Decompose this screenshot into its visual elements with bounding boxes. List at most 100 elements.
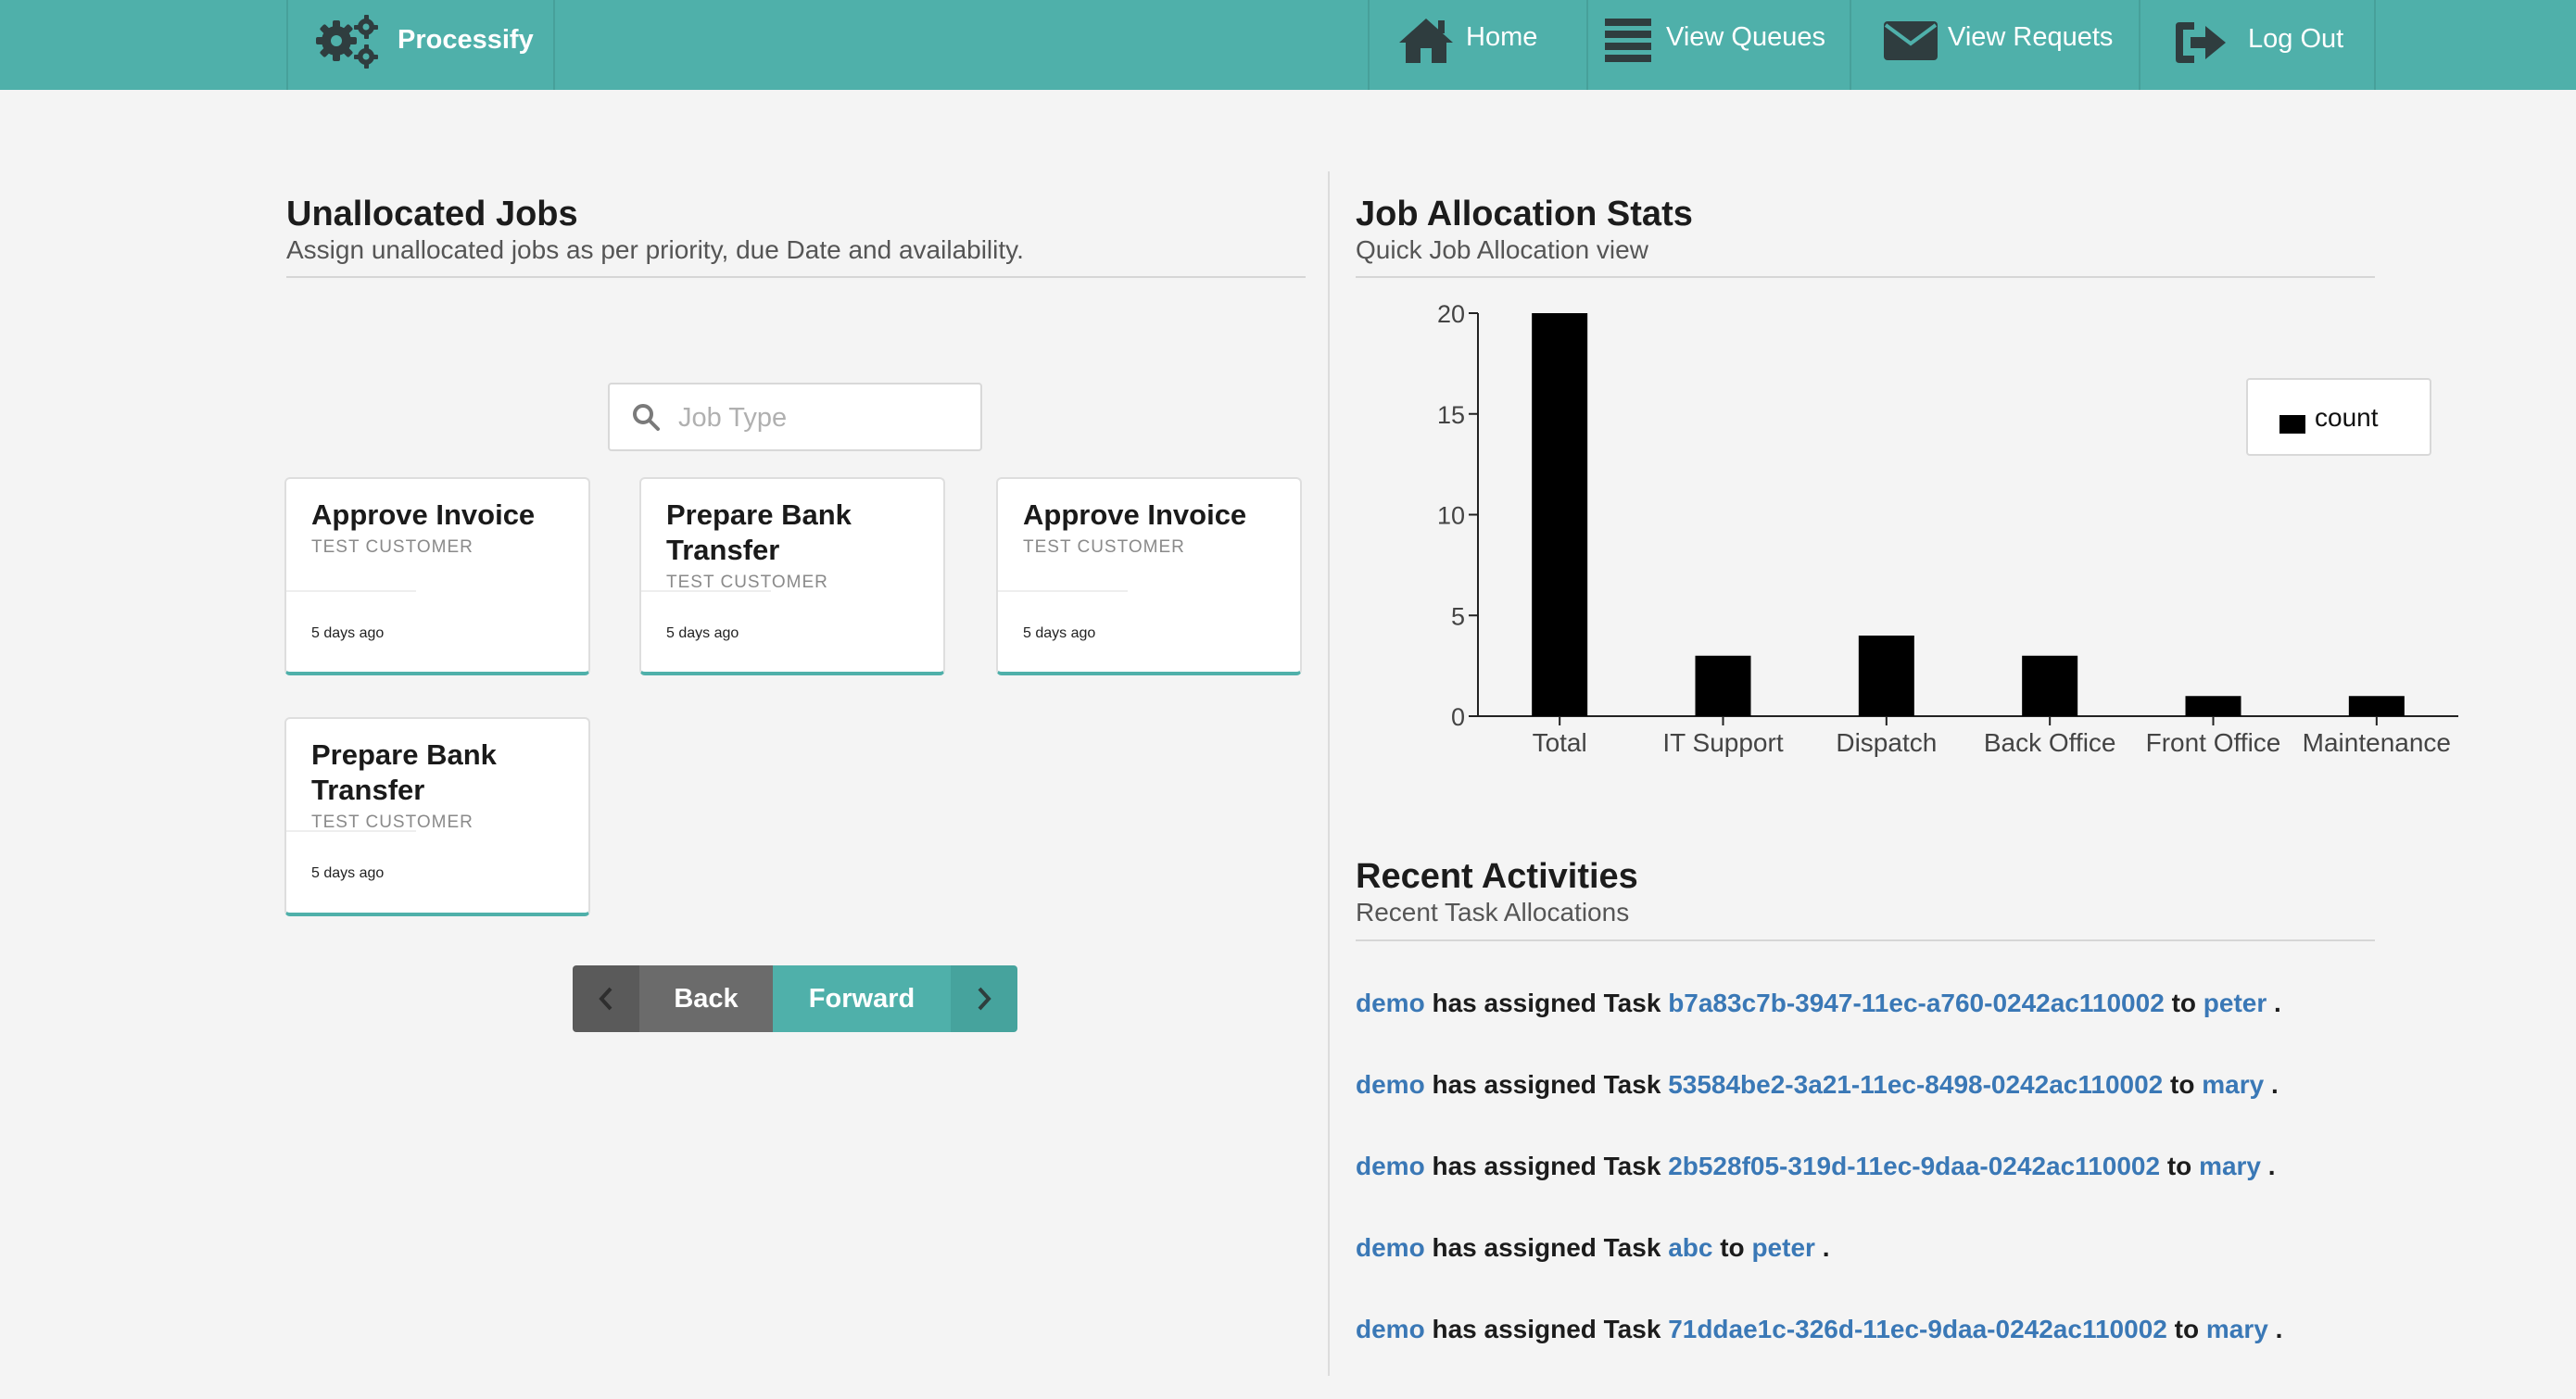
- activity-end: .: [2270, 1070, 2279, 1099]
- legend-label: count: [2315, 403, 2379, 432]
- assignee-link[interactable]: mary: [2199, 1152, 2261, 1180]
- bar: [2185, 696, 2241, 716]
- job-type-input[interactable]: [676, 394, 977, 442]
- nav-view-queues-label: View Queues: [1666, 22, 1825, 52]
- activity-end: .: [2275, 1315, 2283, 1343]
- x-tick-label: Dispatch: [1836, 728, 1937, 757]
- job-allocation-chart: 0 5 10 15 20 Total IT Support Dispatch Back Offi…: [1437, 300, 2458, 757]
- nav-home[interactable]: Home: [1368, 0, 1586, 90]
- task-link[interactable]: abc: [1668, 1233, 1712, 1262]
- activity-item: demo has assigned Task 71ddae1c-326d-11e…: [1356, 1315, 2282, 1344]
- bar: [1695, 655, 1751, 716]
- home-icon: [1399, 19, 1453, 63]
- bar: [2022, 655, 2078, 716]
- assignee-link[interactable]: peter: [1751, 1233, 1814, 1262]
- nav-view-queues[interactable]: View Queues: [1586, 0, 1850, 90]
- card-divider: [998, 590, 1128, 592]
- job-card-age: 5 days ago: [311, 865, 385, 881]
- prev-page-button[interactable]: [573, 965, 639, 1032]
- activity-end: .: [2274, 989, 2281, 1017]
- task-link[interactable]: 2b528f05-319d-11ec-9daa-0242ac110002: [1668, 1152, 2160, 1180]
- assignee-link[interactable]: mary: [2202, 1070, 2264, 1099]
- activity-verb: has assigned Task: [1432, 1152, 1661, 1180]
- back-button[interactable]: Back: [639, 965, 773, 1032]
- y-tick-label: 5: [1451, 602, 1465, 630]
- job-card-age: 5 days ago: [1023, 625, 1096, 641]
- chevron-right-icon: [978, 987, 991, 1011]
- legend-swatch: [2279, 415, 2305, 434]
- activity-verb: has assigned Task: [1432, 1070, 1661, 1099]
- unallocated-jobs-title: Unallocated Jobs: [286, 195, 578, 233]
- job-card-age: 5 days ago: [311, 625, 385, 641]
- job-card-title: Approve Invoice: [1023, 498, 1247, 531]
- actor-link[interactable]: demo: [1356, 1070, 1425, 1099]
- divider: [1356, 939, 2375, 941]
- forward-button[interactable]: Forward: [773, 965, 951, 1032]
- y-tick-label: 20: [1437, 300, 1465, 328]
- bar: [1532, 313, 1588, 716]
- y-tick-label: 0: [1451, 703, 1465, 731]
- actor-link[interactable]: demo: [1356, 1233, 1425, 1262]
- job-card[interactable]: Approve Invoice TEST CUSTOMER 5 days ago: [996, 477, 1302, 675]
- job-card-customer: TEST CUSTOMER: [311, 537, 474, 557]
- recent-activities-subtitle: Recent Task Allocations: [1356, 898, 1630, 926]
- x-tick-label: Back Office: [1984, 728, 2116, 757]
- activity-item: demo has assigned Task b7a83c7b-3947-11e…: [1356, 989, 2281, 1018]
- job-type-search[interactable]: [608, 383, 982, 451]
- brand-name: Processify: [398, 25, 534, 55]
- job-card-title: Approve Invoice: [311, 498, 536, 531]
- bar: [1858, 636, 1914, 716]
- next-page-button[interactable]: [951, 965, 1017, 1032]
- assignee-link[interactable]: peter: [2203, 989, 2267, 1017]
- actor-link[interactable]: demo: [1356, 1152, 1425, 1180]
- brand-logo[interactable]: Processify: [286, 0, 555, 90]
- job-card[interactable]: Prepare Bank Transfer TEST CUSTOMER 5 da…: [639, 477, 945, 675]
- job-allocation-stats-title: Job Allocation Stats: [1356, 195, 1693, 233]
- column-divider: [1328, 171, 1330, 1376]
- job-card-title: Prepare Bank Transfer: [666, 498, 852, 566]
- logout-icon: [2176, 22, 2226, 63]
- nav-view-requets-label: View Requets: [1948, 22, 2114, 52]
- activity-to: to: [2170, 1070, 2195, 1099]
- nav-log-out[interactable]: Log Out: [2139, 0, 2376, 90]
- activity-item: demo has assigned Task abc to peter .: [1356, 1233, 1829, 1263]
- chart-legend: count: [2246, 378, 2431, 456]
- divider: [286, 276, 1306, 278]
- chevron-left-icon: [599, 987, 612, 1011]
- x-tick-label: IT Support: [1662, 728, 1783, 757]
- activity-verb: has assigned Task: [1432, 1315, 1661, 1343]
- nav-view-requets[interactable]: View Requets: [1850, 0, 2139, 90]
- actor-link[interactable]: demo: [1356, 1315, 1425, 1343]
- nav-log-out-label: Log Out: [2248, 24, 2344, 54]
- job-allocation-stats-subtitle: Quick Job Allocation view: [1356, 235, 1648, 264]
- activity-end: .: [2267, 1152, 2276, 1180]
- top-navbar: Processify Home View Queues View Requets…: [0, 0, 2576, 90]
- activity-verb: has assigned Task: [1432, 989, 1661, 1017]
- task-link[interactable]: 53584be2-3a21-11ec-8498-0242ac110002: [1668, 1070, 2163, 1099]
- nav-home-label: Home: [1466, 22, 1538, 52]
- envelope-icon: [1884, 21, 1938, 60]
- actor-link[interactable]: demo: [1356, 989, 1425, 1017]
- job-card[interactable]: Approve Invoice TEST CUSTOMER 5 days ago: [284, 477, 590, 675]
- y-tick-label: 10: [1437, 502, 1465, 530]
- activity-to: to: [2166, 1152, 2192, 1180]
- divider: [1356, 276, 2375, 278]
- assignee-link[interactable]: mary: [2206, 1315, 2268, 1343]
- job-card-title: Prepare Bank Transfer: [311, 738, 497, 806]
- activity-item: demo has assigned Task 2b528f05-319d-11e…: [1356, 1152, 2276, 1181]
- task-link[interactable]: 71ddae1c-326d-11ec-9daa-0242ac110002: [1668, 1315, 2167, 1343]
- gears-icon: [316, 15, 378, 69]
- activity-to: to: [2171, 989, 2196, 1017]
- unallocated-jobs-subtitle: Assign unallocated jobs as per priority,…: [286, 235, 1024, 264]
- bar: [2348, 696, 2405, 716]
- menu-icon: [1605, 19, 1651, 62]
- card-divider: [286, 590, 416, 592]
- x-tick-label: Front Office: [2146, 728, 2281, 757]
- card-divider: [641, 590, 771, 592]
- activity-end: .: [1822, 1233, 1830, 1262]
- job-card-customer: TEST CUSTOMER: [1023, 537, 1185, 557]
- task-link[interactable]: b7a83c7b-3947-11ec-a760-0242ac110002: [1668, 989, 2165, 1017]
- activity-item: demo has assigned Task 53584be2-3a21-11e…: [1356, 1070, 2279, 1100]
- job-card[interactable]: Prepare Bank Transfer TEST CUSTOMER 5 da…: [284, 717, 590, 916]
- recent-activities-title: Recent Activities: [1356, 857, 1638, 896]
